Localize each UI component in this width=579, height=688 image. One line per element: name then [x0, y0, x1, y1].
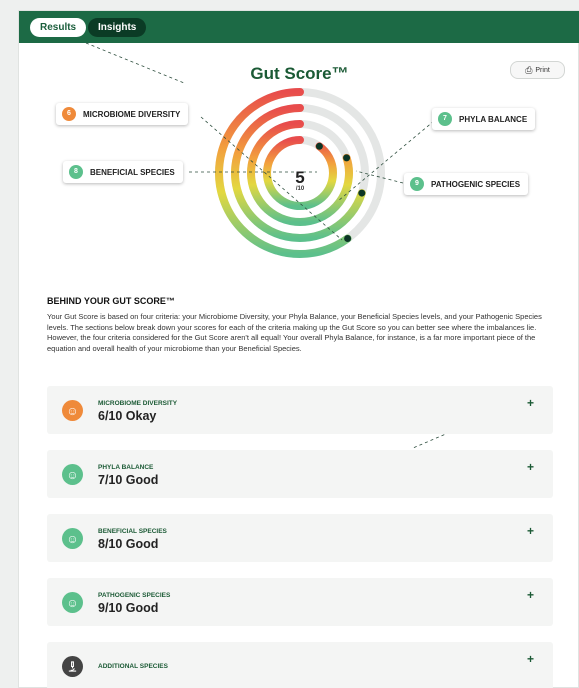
ring-end-marker	[315, 142, 323, 150]
print-button[interactable]: ⎙ Print	[510, 61, 565, 79]
smile-icon: ☺	[62, 464, 83, 485]
smile-icon: ☺	[62, 400, 83, 421]
behind-heading: BEHIND YOUR GUT SCORE™	[47, 296, 175, 306]
ring-end-marker	[344, 235, 352, 243]
score-badge: 6	[62, 107, 76, 121]
expand-plus-icon[interactable]: +	[527, 652, 534, 666]
ring-end-marker	[358, 189, 366, 197]
accordion-phyla-balance[interactable]: ☺ PHYLA BALANCE 7/10 Good +	[47, 450, 553, 498]
score-outof: /10	[295, 186, 305, 192]
accordion-title: PATHOGENIC SPECIES	[98, 592, 171, 599]
accordion-title: ADDITIONAL SPECIES	[98, 663, 168, 670]
accordion-title: BENEFICIAL SPECIES	[98, 528, 167, 535]
accordion-score: 7/10 Good	[98, 473, 159, 487]
label-phyla-balance[interactable]: 7 PHYLA BALANCE	[432, 108, 536, 130]
print-label: Print	[535, 66, 550, 74]
accordion-title: PHYLA BALANCE	[98, 464, 154, 471]
score-badge: 7	[438, 112, 452, 126]
printer-icon: ⎙	[525, 64, 533, 75]
smile-icon: ☺	[62, 592, 83, 613]
accordion-score: 6/10 Okay	[98, 409, 157, 423]
label-text: MICROBIOME DIVERSITY	[83, 109, 181, 119]
accordion-additional-species[interactable]: ADDITIONAL SPECIES +	[47, 642, 553, 688]
accordion-pathogenic-species[interactable]: ☺ PATHOGENIC SPECIES 9/10 Good +	[47, 578, 553, 626]
label-pathogenic-species[interactable]: 9 PATHOGENIC SPECIES	[404, 173, 529, 195]
accordion-score: 9/10 Good	[98, 601, 159, 615]
label-text: PATHOGENIC SPECIES	[431, 179, 521, 189]
microscope-icon	[62, 656, 83, 677]
label-text: PHYLA BALANCE	[459, 114, 528, 124]
score-badge: 9	[410, 177, 424, 191]
expand-plus-icon[interactable]: +	[527, 524, 534, 538]
accordion-score: 8/10 Good	[98, 537, 159, 551]
expand-plus-icon[interactable]: +	[527, 588, 534, 602]
ring-end-marker	[343, 154, 351, 162]
label-text: BENEFICIAL SPECIES	[90, 167, 175, 177]
label-microbiome-diversity[interactable]: 6 MICROBIOME DIVERSITY	[56, 103, 189, 125]
center-score: 5 /10	[281, 169, 319, 193]
accordion-beneficial-species[interactable]: ☺ BENEFICIAL SPECIES 8/10 Good +	[47, 514, 553, 562]
results-card: Results Insights Gut Score™ ⎙ Print 5 /1…	[18, 10, 579, 688]
score-badge: 8	[69, 165, 83, 179]
score-value: 5	[295, 168, 305, 187]
behind-body: Your Gut Score is based on four criteria…	[47, 312, 542, 353]
accordion-microbiome-diversity[interactable]: ☺ MICROBIOME DIVERSITY 6/10 Okay +	[47, 386, 553, 434]
expand-plus-icon[interactable]: +	[527, 396, 534, 410]
accordion-title: MICROBIOME DIVERSITY	[98, 400, 178, 407]
expand-plus-icon[interactable]: +	[527, 460, 534, 474]
page-title: Gut Score™	[250, 64, 349, 83]
smile-icon: ☺	[62, 528, 83, 549]
label-beneficial-species[interactable]: 8 BENEFICIAL SPECIES	[63, 161, 183, 183]
